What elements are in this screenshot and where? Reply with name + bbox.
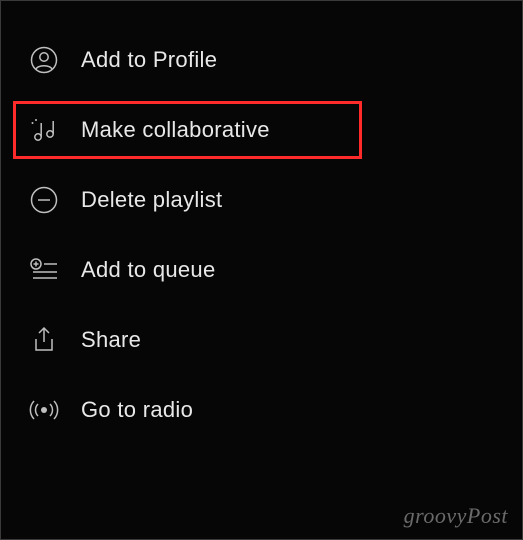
menu-item-label: Add to queue bbox=[81, 257, 216, 283]
watermark: groovyPost bbox=[404, 503, 508, 529]
radio-icon bbox=[29, 395, 59, 425]
context-menu: Add to Profile Make collaborative Delete… bbox=[1, 1, 522, 469]
menu-item-label: Go to radio bbox=[81, 397, 193, 423]
menu-item-label: Make collaborative bbox=[81, 117, 270, 143]
menu-item-label: Delete playlist bbox=[81, 187, 222, 213]
menu-item-delete-playlist[interactable]: Delete playlist bbox=[1, 165, 522, 235]
music-note-icon bbox=[29, 115, 59, 145]
menu-item-add-to-profile[interactable]: Add to Profile bbox=[1, 25, 522, 95]
person-icon bbox=[29, 45, 59, 75]
minus-circle-icon bbox=[29, 185, 59, 215]
menu-item-label: Add to Profile bbox=[81, 47, 217, 73]
share-icon bbox=[29, 325, 59, 355]
menu-item-share[interactable]: Share bbox=[1, 305, 522, 375]
queue-add-icon bbox=[29, 255, 59, 285]
menu-item-add-to-queue[interactable]: Add to queue bbox=[1, 235, 522, 305]
menu-item-label: Share bbox=[81, 327, 141, 353]
menu-item-make-collaborative[interactable]: Make collaborative bbox=[1, 95, 522, 165]
menu-item-go-to-radio[interactable]: Go to radio bbox=[1, 375, 522, 445]
